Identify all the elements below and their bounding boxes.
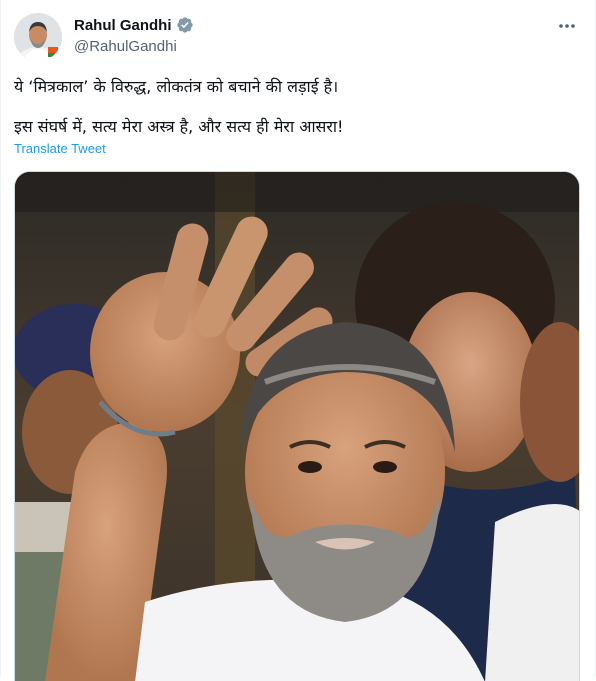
- author-handle[interactable]: @RahulGandhi: [74, 38, 177, 55]
- photo-image: [15, 172, 579, 681]
- more-options-icon[interactable]: [557, 16, 577, 36]
- translate-tweet-link[interactable]: Translate Tweet: [14, 141, 106, 156]
- avatar-photo: [14, 13, 62, 61]
- tweet-text-line-1: ये ‘मित्रकाल’ के विरुद्ध, लोकतंत्र को बच…: [14, 77, 339, 96]
- tweet-card[interactable]: Rahul Gandhi @RahulGandhi ये ‘मित्रकाल’ …: [0, 0, 596, 681]
- tweet-text-line-2: इस संघर्ष में, सत्य मेरा अस्त्र है, और स…: [14, 117, 344, 136]
- tweet-photo[interactable]: [14, 171, 580, 681]
- verified-badge-icon: [176, 17, 193, 33]
- author-display-name[interactable]: Rahul Gandhi: [74, 17, 172, 34]
- author-avatar[interactable]: [14, 13, 62, 61]
